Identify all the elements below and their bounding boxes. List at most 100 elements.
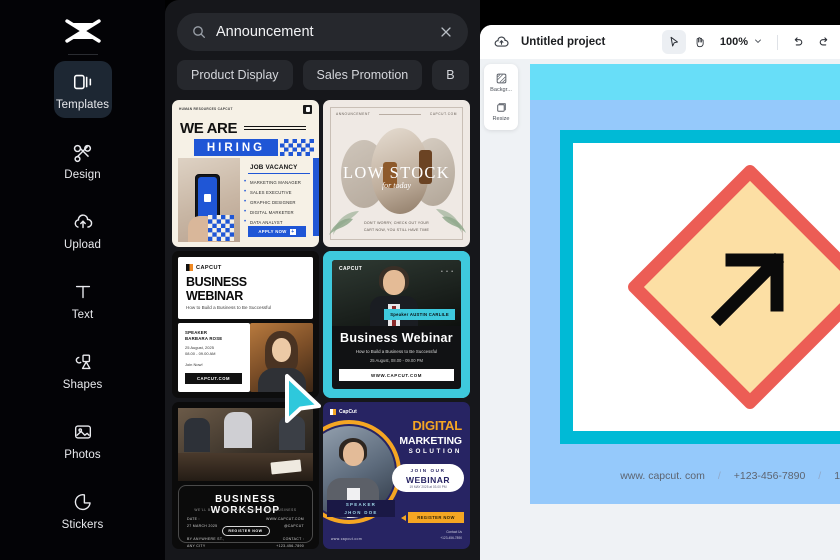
thumb-cta-label: APPLY NOW xyxy=(258,229,287,234)
thumb-title: Business Webinar xyxy=(340,331,453,345)
thumb-caption: DON'T WORRY, CHECK OUT YOUR CART NOW, YO… xyxy=(323,220,470,233)
capcut-editor-window: Templates Design Upload Text Shapes Phot… xyxy=(0,0,840,560)
canvas-footer: www. capcut. com / +123-456-7890 / 123 A… xyxy=(530,470,840,482)
sidebar-item-label: Stickers xyxy=(61,519,104,531)
zoom-control[interactable]: 100% xyxy=(720,33,763,51)
join-text: Join Now! xyxy=(185,362,203,367)
sidebar-item-stickers[interactable]: Stickers xyxy=(54,481,112,538)
template-thumbnail: CapCut SPEAKER JHON DOE DIGITAL MARKETIN… xyxy=(323,402,470,549)
toolbar-divider xyxy=(777,34,778,50)
join-pill: JOIN OUR WEBINAR 19 MAY 2025 at 03.00 PM xyxy=(392,464,464,492)
upload-cloud-icon xyxy=(71,210,95,234)
search-input[interactable]: Announcement xyxy=(216,24,429,40)
thumb-header: HUMAN RESOURCES CAPCUT xyxy=(179,104,312,114)
sidebar-item-label: Upload xyxy=(63,239,102,251)
close-icon[interactable] xyxy=(438,24,454,40)
thumb-contact: Contact Us +123-456-7890 xyxy=(440,530,462,541)
thumb-header-left: ANNOUNCEMENT xyxy=(336,112,371,116)
cloud-sync-icon[interactable] xyxy=(493,34,510,51)
canvas-frame[interactable] xyxy=(560,130,840,444)
chevron-down-icon xyxy=(753,33,763,51)
thumb-title-2: HIRING xyxy=(206,141,266,154)
sidebar-item-label: Photos xyxy=(64,449,101,461)
thumb-list-item: GRAPHIC DESIGNER xyxy=(244,199,296,205)
checker-pattern-2 xyxy=(208,215,234,241)
contact-line: +123-456-7890 xyxy=(440,535,462,540)
templates-panel: Announcement Product Display Sales Promo… xyxy=(165,0,480,560)
thumb-subtitle: WE'LL BE YOUR SOLUTION WITH YOUR BUSINES… xyxy=(194,508,297,512)
left-nav-rail: Templates Design Upload Text Shapes Phot… xyxy=(0,0,165,560)
brand-logo: CAPCUT xyxy=(186,264,222,271)
thumb-subtitle: for today xyxy=(381,181,412,190)
caption-line-1: DON'T WORRY, CHECK OUT YOUR xyxy=(364,221,429,226)
category-tab-sales-promotion[interactable]: Sales Promotion xyxy=(302,60,423,90)
footer-website: www. capcut. com xyxy=(620,470,705,482)
editor-body: Backgr... Resize www. capcut. com / +123… xyxy=(480,59,840,560)
templates-icon xyxy=(71,70,95,94)
sidebar-item-text[interactable]: Text xyxy=(54,271,112,328)
body-shape xyxy=(258,368,306,392)
brand-mark-icon xyxy=(303,104,312,114)
blue-sidebar xyxy=(313,158,319,236)
sidebar-item-shapes[interactable]: Shapes xyxy=(54,341,112,398)
photos-icon xyxy=(71,420,95,444)
thumb-header-text: HUMAN RESOURCES CAPCUT xyxy=(179,107,233,111)
sidebar-item-templates[interactable]: Templates xyxy=(53,61,112,118)
footer-separator: / xyxy=(818,470,822,482)
hand-tool[interactable] xyxy=(688,30,712,54)
sidebar-item-photos[interactable]: Photos xyxy=(54,411,112,468)
thumb-title-1: DIGITAL xyxy=(412,418,462,433)
sidebar-item-label: Design xyxy=(64,169,101,181)
design-canvas[interactable]: www. capcut. com / +123-456-7890 / 123 A… xyxy=(530,64,840,504)
sidebar-item-design[interactable]: Design xyxy=(54,131,112,188)
person-2 xyxy=(224,412,252,448)
project-name[interactable]: Untitled project xyxy=(521,36,605,48)
editor-header: Untitled project 100% xyxy=(480,25,840,59)
sidebar-item-label: Shapes xyxy=(62,379,103,391)
sidebar-item-upload[interactable]: Upload xyxy=(54,201,112,258)
checker-pattern xyxy=(280,139,314,156)
speaker-block: SPEAKER JHON DOE xyxy=(327,500,395,517)
detail-line: @CAPCUT xyxy=(283,523,304,528)
search-bar[interactable]: Announcement xyxy=(177,13,468,51)
template-card-business-webinar-light[interactable]: CAPCUT BUSINESS WEBINAR How to Build a B… xyxy=(172,251,319,398)
zoom-level: 100% xyxy=(719,36,748,48)
thumb-title-1: BUSINESS xyxy=(186,275,247,289)
person-3 xyxy=(279,416,305,450)
capcut-logo-icon[interactable] xyxy=(60,16,106,46)
template-thumbnail: CAPCUT BUSINESS WEBINAR How to Build a B… xyxy=(172,251,319,398)
speaker-name: JHON DOE xyxy=(344,509,378,515)
thumb-info-panel: SPEAKER BARBARA ROSE 25 August, 2025 08.… xyxy=(178,323,250,392)
thumb-photo xyxy=(250,323,313,392)
thumb-details-right: WWW.CAPCUT.COM @CAPCUT CONTACT : +123-45… xyxy=(266,516,304,549)
thumb-cta-button: REGISTER NOW xyxy=(408,512,464,523)
arrow-up-right-icon[interactable] xyxy=(702,239,798,335)
detail-line: +123-456-7890 xyxy=(276,543,304,548)
join-date: 19 MAY 2025 at 03.00 PM xyxy=(409,485,447,489)
template-card-digital-marketing[interactable]: CapCut SPEAKER JHON DOE DIGITAL MARKETIN… xyxy=(323,402,470,549)
thumb-list-item: MARKETING MANAGER xyxy=(244,179,301,185)
category-tab-partial[interactable]: B xyxy=(432,60,469,90)
thumb-cta-button: APPLY NOW + xyxy=(248,226,306,237)
speaker-name: BARBARA ROSE xyxy=(185,336,223,342)
undo-icon[interactable] xyxy=(786,30,810,54)
background-button[interactable]: Backgr... xyxy=(485,69,517,96)
template-card-hiring[interactable]: HUMAN RESOURCES CAPCUT WE ARE HIRING JOB… xyxy=(172,100,319,247)
thumb-cta-button: CAPCUT.COM xyxy=(185,373,242,384)
cursor-tool[interactable] xyxy=(661,30,686,54)
canvas-viewport[interactable]: www. capcut. com / +123-456-7890 / 123 A… xyxy=(530,64,840,555)
redo-icon[interactable] xyxy=(812,30,836,54)
thumb-cta-label: CAPCUT.COM xyxy=(197,376,230,381)
template-card-business-workshop[interactable]: BUSINESS WORKSHOP WE'LL BE YOUR SOLUTION… xyxy=(172,402,319,549)
play-triangle-icon xyxy=(401,515,406,521)
template-card-low-stock[interactable]: ANNOUNCEMENT CAPCUT.COM LOW STOCK for to… xyxy=(323,100,470,247)
footer-phone: +123-456-7890 xyxy=(733,470,806,482)
thumb-info-panel: BUSINESS WORKSHOP WE'LL BE YOUR SOLUTION… xyxy=(178,485,313,548)
category-tab-product-display[interactable]: Product Display xyxy=(177,60,293,90)
thumb-datetime: 25 August, 08.00 - 09.00 PM xyxy=(369,358,424,363)
caption-line-2: CART NOW, YOU STILL HAVE TIME xyxy=(363,227,430,232)
datetime-block: 25 August, 2025 08.00 - 09.00 AM xyxy=(185,345,215,358)
editor-window: Untitled project 100% Backgr... Resize w… xyxy=(480,25,840,560)
resize-button[interactable]: Resize xyxy=(485,98,517,125)
template-card-business-webinar-dark[interactable]: CAPCUT • • • Speaker AUSTIN CARLILE Busi… xyxy=(323,251,470,398)
